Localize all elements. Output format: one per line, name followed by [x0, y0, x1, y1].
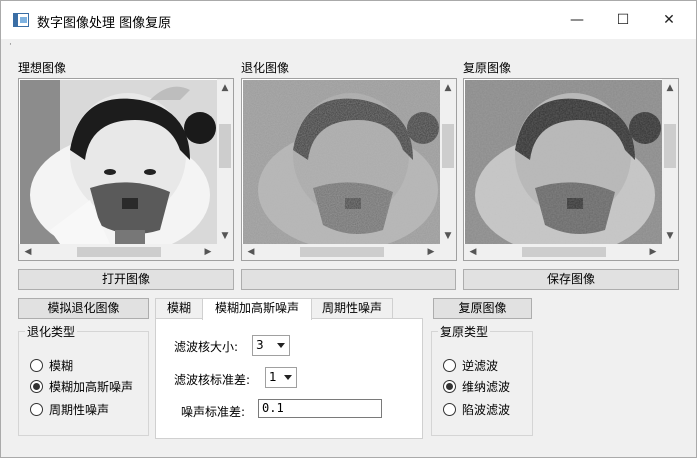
main-window: 数字图像处理 图像复原 — ☐ ✕ · 理想图像 退化图像 复原图像 ▲ ▼ ◀… — [0, 0, 697, 458]
ideal-horizontal-scrollbar[interactable]: ◀ ▶ — [19, 244, 217, 260]
kernel-size-label: 滤波核大小: — [174, 340, 239, 354]
degraded-horizontal-scrollbar[interactable]: ◀ ▶ — [242, 244, 440, 260]
scroll-thumb[interactable] — [664, 124, 676, 168]
restored-vertical-scrollbar[interactable]: ▲ ▼ — [662, 79, 678, 245]
scroll-corner — [662, 244, 678, 260]
scroll-up-icon[interactable]: ▲ — [662, 81, 678, 95]
save-image-button[interactable]: 保存图像 — [463, 269, 679, 290]
radio-blur-gaussian[interactable]: 模糊加高斯噪声 — [30, 379, 133, 395]
radio-indicator — [30, 403, 43, 416]
restored-horizontal-scrollbar[interactable]: ◀ ▶ — [464, 244, 662, 260]
restore-image-button[interactable]: 复原图像 — [433, 298, 532, 319]
ideal-image-view[interactable]: ▲ ▼ ◀ ▶ — [18, 78, 234, 261]
scroll-corner — [217, 244, 233, 260]
maximize-icon: ☐ — [616, 12, 630, 28]
scroll-left-icon[interactable]: ◀ — [244, 244, 258, 260]
radio-indicator — [443, 359, 456, 372]
scroll-up-icon[interactable]: ▲ — [217, 81, 233, 95]
scroll-thumb[interactable] — [219, 124, 231, 168]
scroll-thumb[interactable] — [77, 247, 161, 257]
radio-indicator — [30, 359, 43, 372]
open-image-button[interactable]: 打开图像 — [18, 269, 234, 290]
app-icon — [13, 13, 29, 27]
scroll-corner — [440, 244, 456, 260]
scroll-down-icon[interactable]: ▼ — [662, 229, 678, 243]
degraded-vertical-scrollbar[interactable]: ▲ ▼ — [440, 79, 456, 245]
restored-image-view[interactable]: ▲ ▼ ◀ ▶ — [463, 78, 679, 261]
scroll-up-icon[interactable]: ▲ — [440, 81, 456, 95]
ideal-vertical-scrollbar[interactable]: ▲ ▼ — [217, 79, 233, 245]
noise-sigma-label: 噪声标准差: — [181, 405, 246, 419]
toolbar-handle[interactable]: · — [9, 40, 12, 50]
radio-blur[interactable]: 模糊 — [30, 358, 73, 374]
blank-button[interactable] — [241, 269, 456, 290]
minimize-button[interactable]: — — [554, 1, 600, 39]
kernel-sigma-select[interactable]: 1 — [265, 367, 297, 388]
scroll-right-icon[interactable]: ▶ — [646, 244, 660, 260]
title-bar: 数字图像处理 图像复原 — ☐ ✕ — [1, 1, 696, 39]
scroll-thumb[interactable] — [522, 247, 606, 257]
scroll-down-icon[interactable]: ▼ — [440, 229, 456, 243]
degraded-image — [243, 80, 441, 244]
restore-type-group: 复原类型 逆滤波 维纳滤波 陷波滤波 — [431, 323, 533, 436]
radio-indicator — [30, 380, 43, 393]
radio-wiener-filter[interactable]: 维纳滤波 — [443, 379, 510, 395]
chevron-down-icon — [284, 375, 292, 380]
degraded-image-label: 退化图像 — [241, 61, 290, 75]
window-title: 数字图像处理 图像复原 — [37, 16, 172, 31]
tab-blur[interactable]: 模糊 — [155, 298, 203, 319]
simulate-degradation-button[interactable]: 模拟退化图像 — [18, 298, 149, 319]
radio-periodic-noise[interactable]: 周期性噪声 — [30, 402, 109, 418]
degradation-type-group: 退化类型 模糊 模糊加高斯噪声 周期性噪声 — [18, 323, 149, 436]
radio-inverse-filter[interactable]: 逆滤波 — [443, 358, 498, 374]
radio-indicator — [443, 380, 456, 393]
radio-notch-filter[interactable]: 陷波滤波 — [443, 402, 510, 418]
ideal-image-label: 理想图像 — [18, 61, 67, 75]
scroll-right-icon[interactable]: ▶ — [201, 244, 215, 260]
kernel-size-select[interactable]: 3 — [252, 335, 290, 356]
tab-pane-blur-gaussian: 滤波核大小: 3 滤波核标准差: 1 噪声标准差: 0.1 — [155, 318, 423, 439]
tab-periodic-noise[interactable]: 周期性噪声 — [311, 298, 393, 319]
scroll-left-icon[interactable]: ◀ — [21, 244, 35, 260]
close-button[interactable]: ✕ — [646, 1, 692, 39]
menu-strip — [1, 39, 696, 47]
restored-image-label: 复原图像 — [463, 61, 512, 75]
scroll-thumb[interactable] — [442, 124, 454, 168]
kernel-sigma-label: 滤波核标准差: — [174, 373, 251, 387]
close-icon: ✕ — [663, 12, 675, 28]
scroll-thumb[interactable] — [300, 247, 384, 257]
minimize-icon: — — [570, 12, 584, 28]
scroll-right-icon[interactable]: ▶ — [424, 244, 438, 260]
radio-indicator — [443, 403, 456, 416]
ideal-image — [20, 80, 218, 244]
scroll-down-icon[interactable]: ▼ — [217, 229, 233, 243]
restore-type-label: 复原类型 — [438, 323, 491, 340]
scroll-left-icon[interactable]: ◀ — [466, 244, 480, 260]
restored-image — [465, 80, 663, 244]
degradation-type-label: 退化类型 — [25, 323, 78, 340]
noise-sigma-field[interactable]: 0.1 — [258, 399, 382, 418]
chevron-down-icon — [277, 343, 285, 348]
tab-blur-gaussian[interactable]: 模糊加高斯噪声 — [202, 298, 312, 320]
maximize-button[interactable]: ☐ — [600, 1, 646, 39]
degraded-image-view[interactable]: ▲ ▼ ◀ ▶ — [241, 78, 457, 261]
